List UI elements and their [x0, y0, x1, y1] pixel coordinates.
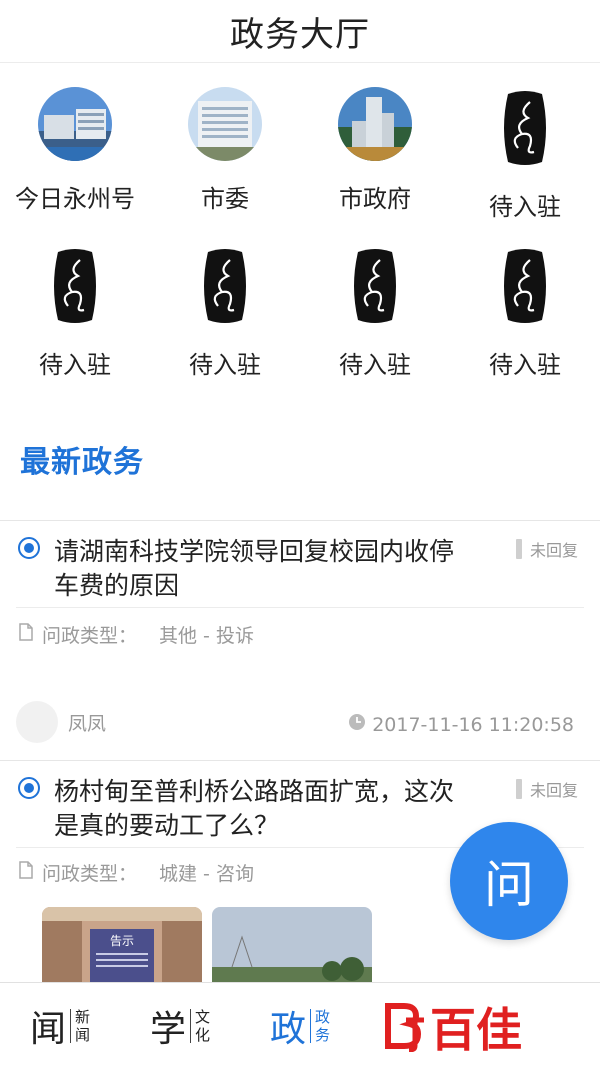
tab-separator [70, 1008, 71, 1043]
account-label: 待入驻 [489, 351, 561, 379]
building-photo-icon [188, 87, 262, 161]
tab-news-label-2: 闻 [75, 1025, 91, 1044]
question-icon [18, 537, 40, 559]
notice-caption: 告示 [110, 934, 134, 948]
watermark-text: 百佳 [430, 1003, 522, 1057]
watermark-mark-icon [385, 1003, 424, 1052]
tab-culture[interactable]: 学 文 化 [120, 983, 240, 1068]
tab-culture-label-2: 化 [195, 1025, 211, 1044]
avatar [16, 701, 58, 743]
tab-government-glyph: 政 [269, 1008, 306, 1050]
account-pending[interactable]: 待入驻 [450, 245, 600, 403]
tab-separator [190, 1008, 191, 1043]
account-label: 待入驻 [489, 193, 561, 221]
document-icon [18, 623, 34, 646]
account-label: 市委 [201, 185, 249, 213]
post-author: 凤凤 [16, 701, 106, 743]
calligraphy-seal-icon [190, 245, 260, 327]
status-badge: 未回复 [515, 777, 578, 801]
section-title: 最新政务 [20, 445, 144, 480]
tab-news[interactable]: 闻 新 闻 [0, 983, 120, 1068]
question-icon [18, 777, 40, 799]
divider [16, 607, 584, 608]
tab-news-label-1: 新 [75, 1007, 91, 1026]
post-card[interactable]: 请湖南科技学院领导回复校园内收停车费的原因 未回复 问政类型： 其他 - 投诉 … [0, 520, 600, 761]
status-text: 未回复 [529, 541, 578, 560]
document-icon [18, 861, 34, 884]
status-bar-icon [515, 539, 522, 559]
calligraphy-seal-icon [340, 245, 410, 327]
post-title[interactable]: 请湖南科技学院领导回复校园内收停车费的原因 [54, 535, 474, 603]
tab-government-label-2: 务 [315, 1025, 331, 1044]
clock-icon [348, 713, 366, 736]
account-shiwei[interactable]: 市委 [150, 87, 300, 245]
post-type-value: 其他 - 投诉 [159, 625, 254, 647]
account-pending[interactable]: 待入驻 [150, 245, 300, 403]
tab-culture-glyph: 学 [149, 1008, 186, 1050]
account-shizhengfu[interactable]: 市政府 [300, 87, 450, 245]
calligraphy-seal-icon [490, 87, 560, 169]
post-type: 问政类型： 城建 - 咨询 [18, 859, 254, 886]
status-badge: 未回复 [515, 537, 578, 561]
post-title[interactable]: 杨村甸至普利桥公路路面扩宽，这次是真的要动工了么？ [54, 775, 474, 843]
account-pending[interactable]: 待入驻 [0, 245, 150, 403]
tab-government[interactable]: 政 政 务 [240, 983, 360, 1068]
account-label: 待入驻 [39, 351, 111, 379]
building-photo-icon [38, 87, 112, 161]
tab-news-label: 新 闻 [75, 1008, 90, 1044]
tab-separator [310, 1008, 311, 1043]
calligraphy-seal-icon [490, 245, 560, 327]
tab-news-glyph: 闻 [29, 1008, 66, 1050]
account-label: 今日永州号 [15, 185, 135, 213]
time-text: 2017-11-16 11:20:58 [372, 713, 574, 736]
post-type: 问政类型： 其他 - 投诉 [18, 621, 254, 648]
calligraphy-seal-icon [40, 245, 110, 327]
account-pending[interactable]: 待入驻 [450, 87, 600, 245]
tab-culture-label: 文 化 [195, 1008, 210, 1044]
watermark-logo: 百佳 [384, 994, 522, 1060]
tab-government-label-1: 政 [315, 1007, 331, 1026]
account-pending[interactable]: 待入驻 [300, 245, 450, 403]
tab-government-label: 政 务 [315, 1008, 330, 1044]
account-label: 市政府 [339, 185, 411, 213]
post-type-value: 城建 - 咨询 [159, 863, 254, 885]
page-title: 政务大厅 [230, 14, 370, 55]
account-jinri-yongzhou[interactable]: 今日永州号 [0, 87, 150, 245]
top-bar: 政务大厅 [0, 0, 600, 63]
status-bar-icon [515, 779, 522, 799]
status-text: 未回复 [529, 781, 578, 800]
tab-culture-label-1: 文 [195, 1007, 211, 1026]
account-label: 待入驻 [189, 351, 261, 379]
author-name: 凤凤 [68, 712, 107, 735]
account-label: 待入驻 [339, 351, 411, 379]
post-time: 2017-11-16 11:20:58 [348, 713, 574, 736]
post-type-label: 问政类型： [42, 863, 138, 885]
post-type-label: 问政类型： [42, 625, 138, 647]
ask-question-button[interactable]: 问 [450, 822, 568, 940]
accounts-grid: 今日永州号 市委 市政府 待入驻 待入驻 待入驻 待入驻 待入驻 [0, 63, 600, 403]
building-photo-icon [338, 87, 412, 161]
